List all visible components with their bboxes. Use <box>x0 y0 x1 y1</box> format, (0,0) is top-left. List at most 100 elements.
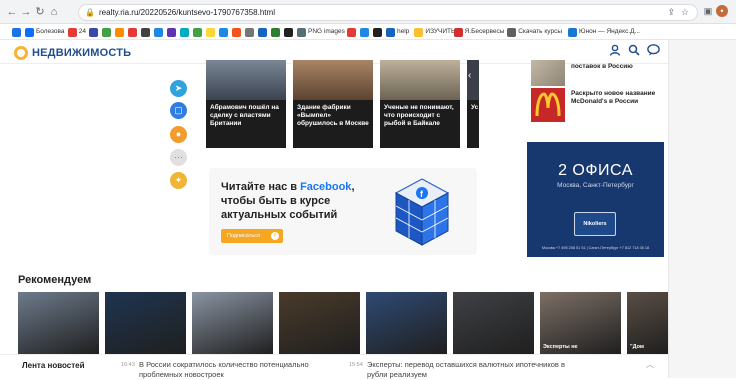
recommend-card[interactable] <box>453 292 534 354</box>
bookmark-item[interactable] <box>154 26 165 38</box>
bookmark-favicon-icon <box>141 27 150 37</box>
bookmark-item[interactable] <box>115 26 126 38</box>
search-icon[interactable] <box>627 44 641 58</box>
bookmark-item[interactable] <box>284 26 295 38</box>
bookmark-item[interactable] <box>128 26 139 38</box>
bookmark-label: ИЗУЧИТЬ <box>425 28 456 35</box>
bookmark-label: Скачать курсы <box>518 28 562 35</box>
site-logo[interactable]: НЕДВИЖИМОСТЬ <box>14 46 131 60</box>
bookmark-star-icon[interactable]: ☆ <box>681 7 689 18</box>
bookmark-item[interactable] <box>167 26 178 38</box>
bookmark-item[interactable] <box>373 26 384 38</box>
back-icon[interactable]: ← <box>6 6 18 18</box>
recommend-caption: "Дом <box>630 344 644 350</box>
bookmark-item[interactable] <box>89 26 100 38</box>
news-card-caption: Ученые не понимают, что происходит с рыб… <box>384 104 454 127</box>
news-card-caption: Здание фабрики «Вымпел» обрушилось в Мос… <box>297 104 369 127</box>
recommend-card[interactable] <box>18 292 99 354</box>
bookmark-item[interactable] <box>206 26 217 38</box>
ticker-label: Лента новостей <box>22 361 85 370</box>
bookmark-item[interactable] <box>347 26 358 38</box>
ticker-expand-icon[interactable]: ︿ <box>646 359 654 370</box>
recommend-card[interactable]: Эксперты не <box>540 292 621 354</box>
side-news-item[interactable]: поставок в Россию <box>531 60 667 86</box>
side-news-thumb <box>531 60 565 86</box>
news-card[interactable]: Здание фабрики «Вымпел» обрушилось в Мос… <box>293 60 373 148</box>
bookmark-favicon-icon <box>154 27 163 37</box>
facebook-cube-icon: f <box>394 178 450 246</box>
home-icon[interactable]: ⌂ <box>48 6 60 18</box>
bookmark-item[interactable] <box>102 26 113 38</box>
recommend-card[interactable] <box>105 292 186 354</box>
forward-icon[interactable]: → <box>20 6 32 18</box>
bookmark-item[interactable] <box>360 26 371 38</box>
recommend-card[interactable] <box>192 292 273 354</box>
bookmark-label: help <box>397 28 410 35</box>
recommend-title: Рекомендуем <box>18 274 92 286</box>
bookmark-favicon-icon <box>453 27 463 37</box>
news-card[interactable]: Ученые не понимают, что происходит с рыб… <box>380 60 460 148</box>
bookmark-item[interactable]: Скачать курсы <box>507 26 562 38</box>
bookmark-item[interactable] <box>245 26 256 38</box>
address-url[interactable]: realty.ria.ru/20220526/kuntsevo-17907673… <box>99 8 275 17</box>
user-icon[interactable] <box>608 44 622 58</box>
news-card-image <box>293 60 373 100</box>
bookmark-favicon-icon <box>12 27 21 37</box>
bookmark-label: Я.Бесервесы <box>464 28 505 35</box>
bookmarks-bar: Болезова 24 PNG images help ИЗУЧИТЬ Я.Бесерве… <box>0 24 736 40</box>
news-card-caption: Ус <box>471 104 479 111</box>
ticker-item[interactable]: Эксперты: перевод оставшихся валютных ип… <box>367 360 567 380</box>
address-bar[interactable]: 🔒 realty.ria.ru/20220526/kuntsevo-179076… <box>78 4 698 21</box>
ticker-item[interactable]: В России сократилось количество потенциа… <box>139 360 329 380</box>
bookmark-item[interactable] <box>258 26 269 38</box>
bookmark-item[interactable] <box>141 26 152 38</box>
recommend-card[interactable]: "Дом <box>627 292 668 354</box>
ad-phones: Москва +7 495 258 51 51 | Санкт-Петербур… <box>541 246 650 250</box>
promo-line1: Читайте нас в <box>221 181 301 193</box>
promo-text: Читайте нас в Facebook, чтобы быть в кур… <box>221 180 371 222</box>
ad-subline: Москва, Санкт-Петербург <box>557 182 634 189</box>
bookmark-item[interactable]: ИЗУЧИТЬ <box>414 26 455 38</box>
bookmark-item[interactable] <box>271 26 282 38</box>
bookmark-label: Юнон — Яндекс.Д... <box>579 28 640 35</box>
profile-avatar[interactable]: • <box>716 5 728 17</box>
bookmark-item[interactable]: Болезова <box>25 26 65 38</box>
news-card[interactable]: Абрамович пошёл на сделку с властями Бри… <box>206 60 286 148</box>
chat-icon[interactable] <box>646 44 660 58</box>
subscribe-button[interactable]: Подписаться f <box>221 229 283 243</box>
advertisement-banner[interactable]: 2 ОФИСА Москва, Санкт-Петербург Nikolier… <box>527 142 664 257</box>
bookmark-favicon-icon <box>180 27 189 37</box>
bookmark-item[interactable]: PNG images <box>297 26 345 38</box>
telegram-share-icon[interactable]: ➤ <box>170 80 187 97</box>
bookmark-item[interactable] <box>232 26 243 38</box>
news-ticker: Лента новостей 16:43 В России сократилос… <box>0 354 668 380</box>
bookmark-item[interactable]: help <box>386 26 409 38</box>
recommend-card[interactable] <box>279 292 360 354</box>
bookmark-item[interactable] <box>180 26 191 38</box>
zen-share-icon[interactable]: ✦ <box>170 172 187 189</box>
bookmark-item[interactable] <box>219 26 230 38</box>
carousel-prev-icon[interactable]: ‹ <box>468 70 478 84</box>
bookmark-label: Болезова <box>36 28 65 35</box>
extensions-icon[interactable]: ▣ <box>702 5 714 17</box>
bookmark-favicon-icon <box>25 27 34 37</box>
bookmark-item[interactable] <box>193 26 204 38</box>
bookmark-item[interactable] <box>12 26 23 38</box>
ticker-time: 15:54 <box>349 362 363 368</box>
mcdonalds-logo-thumb <box>531 88 565 122</box>
bookmark-favicon-icon <box>284 27 293 37</box>
bookmark-item[interactable]: Юнон — Яндекс.Д... <box>568 26 640 38</box>
reload-icon[interactable]: ↻ <box>34 6 46 18</box>
bookmark-item[interactable]: 24 <box>67 26 86 38</box>
bookmark-favicon-icon <box>89 27 98 37</box>
vk-share-icon[interactable]: ▢ <box>170 102 187 119</box>
ok-share-icon[interactable]: ● <box>170 126 187 143</box>
share-page-icon[interactable]: ⇪ <box>667 7 675 18</box>
recommend-card[interactable] <box>366 292 447 354</box>
bookmark-item[interactable]: Я.Бесервесы <box>453 26 505 38</box>
facebook-small-icon: f <box>271 232 279 240</box>
subscribe-label: Подписаться <box>227 233 260 239</box>
promo-brand[interactable]: Facebook <box>300 181 351 193</box>
more-share-icon[interactable]: ⋯ <box>170 149 187 166</box>
side-news-item[interactable]: Раскрыто новое название McDonald's в Рос… <box>531 88 667 128</box>
